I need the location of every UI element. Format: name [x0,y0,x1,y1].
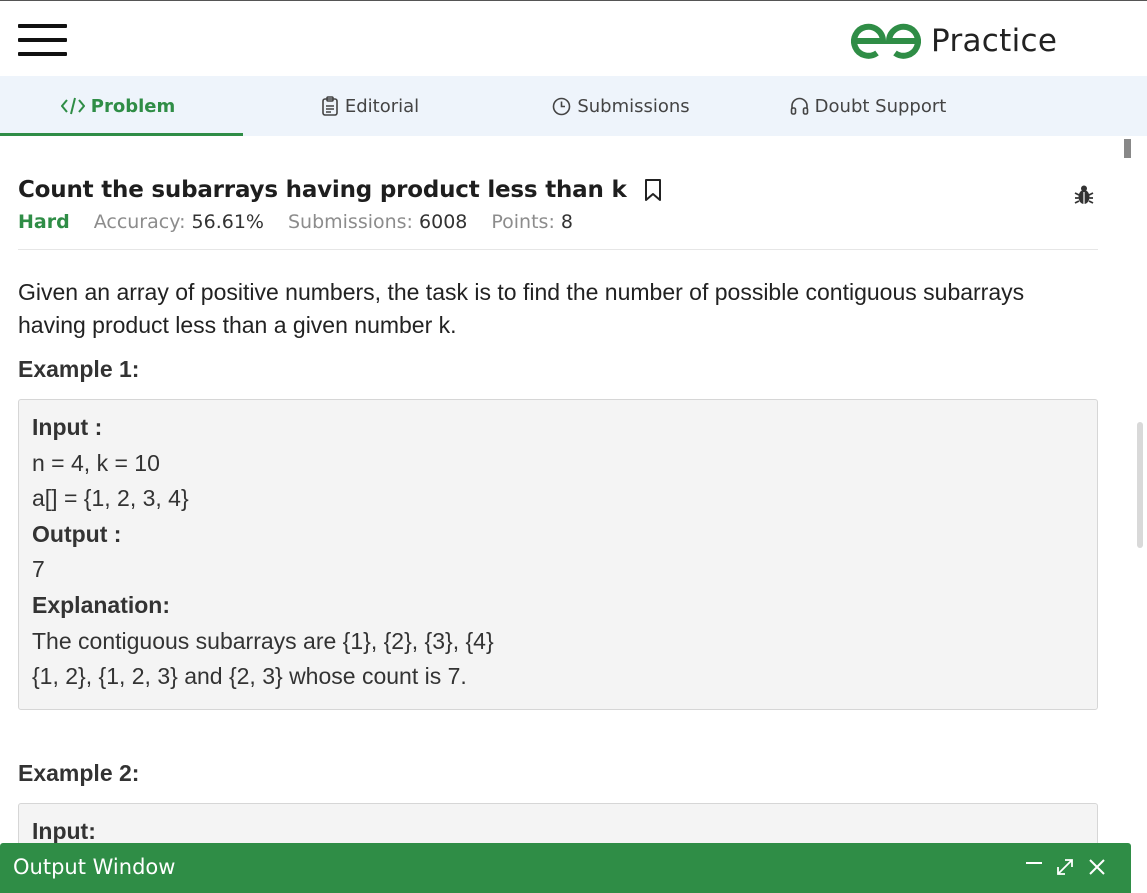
points-value: 8 [560,211,573,233]
expand-icon[interactable] [1053,855,1077,879]
bookmark-icon[interactable] [643,178,663,202]
divider [18,249,1098,250]
example-1-title: Example 1: [18,356,140,382]
example-line: 7 [32,556,45,583]
problem-description: Given an array of positive numbers, the … [18,279,1025,338]
clock-icon [552,97,571,116]
close-icon[interactable] [1085,855,1109,879]
submissions-value: 6008 [419,211,468,233]
example-line: a[] = {1, 2, 3, 4} [32,485,189,512]
page-scrollbar[interactable] [1137,422,1143,548]
document-icon [321,96,339,116]
report-bug-icon[interactable] [1073,183,1095,207]
brand-text: Practice [931,23,1058,59]
problem-title: Count the subarrays having product less … [18,177,627,203]
output-window-bar[interactable]: Output Window [0,843,1131,893]
brand-logo[interactable]: Practice [851,21,1057,61]
example-line: The contiguous subarrays are {1}, {2}, {… [32,627,494,654]
output-window-title: Output Window [13,855,176,879]
top-header: Practice [0,0,1147,76]
accuracy-value: 56.61% [191,211,264,233]
example-line: Output : [32,520,122,547]
points-label: Points: [491,211,555,233]
tab-submissions[interactable]: Submissions [503,76,739,136]
minimize-icon[interactable] [1022,855,1046,879]
tab-label: Editorial [344,95,420,117]
tab-label: Submissions [577,95,690,117]
active-tab-indicator [0,133,243,136]
headset-icon [790,97,809,116]
tab-label: Doubt Support [814,95,947,117]
example-line: Input : [32,414,103,440]
example-line: {1, 2}, {1, 2, 3} and {2, 3} whose count… [32,663,467,690]
difficulty-badge: Hard [18,211,70,233]
example-line: n = 4, k = 10 [32,449,160,476]
title-row: Count the subarrays having product less … [18,177,663,203]
code-icon [60,97,85,115]
tab-doubt-support[interactable]: Doubt Support [750,76,986,136]
scrollbar-thumb[interactable] [1124,139,1131,158]
problem-tabs: Problem Editorial Submissions Doubt Supp… [0,76,1147,136]
tab-problem[interactable]: Problem [0,76,236,136]
problem-meta: Hard Accuracy: 56.61% Submissions: 6008 … [18,211,597,233]
tab-label: Problem [90,95,176,117]
example-2-title: Example 2: [18,760,140,786]
example-line: Explanation: [32,591,171,618]
hamburger-menu-icon[interactable] [18,24,67,56]
accuracy-label: Accuracy: [93,211,186,233]
example-1-box: Input : n = 4, k = 10 a[] = {1, 2, 3, 4}… [18,399,1098,710]
submissions-label: Submissions: [287,211,413,233]
gfg-logo-icon [851,23,921,59]
tab-editorial[interactable]: Editorial [252,76,488,136]
